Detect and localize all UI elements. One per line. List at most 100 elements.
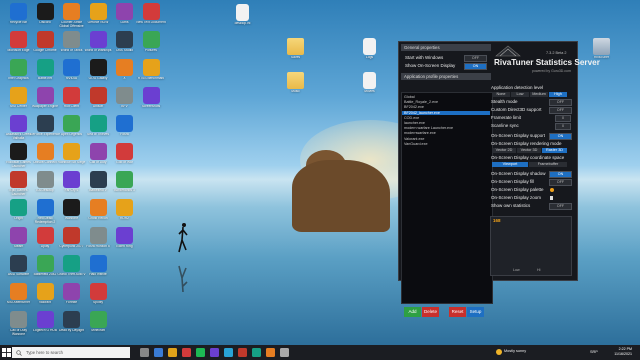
desktop-icon[interactable]: Elden Ring: [111, 227, 138, 258]
fill-toggle[interactable]: OFF: [549, 179, 572, 186]
desktop-icon[interactable]: World of Warships: [85, 31, 112, 62]
search-box[interactable]: Type here to search: [12, 347, 130, 358]
desktop-icon[interactable]: Geforce NOW: [85, 3, 112, 34]
taskbar-app-icon[interactable]: [196, 348, 205, 357]
desktop-icon[interactable]: Borderlands 3: [111, 171, 138, 202]
desktop-icon[interactable]: Recycle Bin: [5, 3, 32, 34]
desktop-icon[interactable]: Rockstar Games Launcher: [5, 143, 32, 174]
detection-high[interactable]: High: [549, 92, 567, 97]
desktop-icon[interactable]: Intel Graphics: [5, 59, 32, 90]
desktop-icon[interactable]: Uplay: [32, 227, 59, 258]
language-indicator[interactable]: SRP: [590, 350, 598, 354]
desktop-icon[interactable]: Red Dead Redemption 2: [32, 199, 59, 230]
desktop-icon[interactable]: Ubisoft: [85, 87, 112, 118]
desktop-icon[interactable]: Spotify: [85, 283, 112, 314]
desktop-icon[interactable]: MSI Center: [5, 87, 32, 118]
desktop-icon[interactable]: NVIDIA: [58, 59, 85, 90]
desktop-icon[interactable]: Ghost Recon: [85, 199, 112, 230]
render-raster3d[interactable]: Raster 3D: [542, 148, 567, 153]
setup-button[interactable]: Setup: [467, 307, 484, 317]
desktop-icon[interactable]: Pictures: [138, 31, 165, 62]
desktop-icon[interactable]: Grand Theft Auto V: [57, 255, 86, 286]
desktop-icon[interactable]: New Text Document: [136, 3, 166, 34]
desktop-icon[interactable]: Cyberpunk 2077: [58, 227, 85, 258]
detection-medium[interactable]: Medium: [530, 92, 548, 97]
desktop-icon[interactable]: Music: [282, 72, 309, 103]
start-with-windows-toggle[interactable]: OFF: [464, 55, 487, 62]
palette-color-icon[interactable]: [550, 188, 554, 192]
desktop-icon[interactable]: Assassin's Creed Valhalla: [5, 115, 32, 146]
desktop-icon[interactable]: Fortnite: [58, 283, 85, 314]
desktop-icon[interactable]: Warzone: [58, 199, 85, 230]
profile-item[interactable]: COD.exe: [404, 116, 419, 120]
taskbar-app-icon[interactable]: [140, 348, 149, 357]
desktop-icon[interactable]: GOG Galaxy: [85, 59, 112, 90]
taskbar-app-icon[interactable]: [238, 348, 247, 357]
desktop-icon[interactable]: Logitech G HUB: [32, 311, 59, 342]
render-vector2d[interactable]: Vector 2D: [492, 148, 516, 153]
desktop-icon[interactable]: Battlefield 2042: [32, 255, 59, 286]
profile-list[interactable]: Global Battle_Royale_2.exe BF2042.exe BF204…: [401, 92, 493, 304]
desktop-icon[interactable]: World of Tanks: [58, 31, 85, 62]
taskbar-app-icon[interactable]: [154, 348, 163, 357]
desktop-icon[interactable]: OBS Studio: [111, 31, 138, 62]
desktop-icon[interactable]: MSI Afterburner: [5, 283, 32, 314]
desktop-icon[interactable]: Apex Legends: [58, 115, 85, 146]
detection-low[interactable]: Low: [511, 92, 529, 97]
desktop-icon[interactable]: Call of Duty Warzone: [5, 311, 32, 342]
desktop-icon[interactable]: God of War: [111, 143, 138, 174]
desktop-icon[interactable]: Ubisoft Connect: [32, 143, 59, 174]
osd-support-toggle[interactable]: ON: [549, 133, 572, 140]
desktop-icon[interactable]: Battlefield V: [85, 171, 112, 202]
add-button[interactable]: Add: [404, 307, 421, 317]
desktop-icon[interactable]: Wallpaper Engine: [32, 87, 59, 118]
desktop-icon[interactable]: Battle.net: [32, 59, 59, 90]
desktop-icon[interactable]: Halo Infinite: [85, 255, 112, 286]
taskbar-app-icon[interactable]: [168, 348, 177, 357]
profile-item[interactable]: BF2042.exe: [404, 105, 424, 109]
desktop-icon[interactable]: Dead by Daylight: [58, 311, 85, 342]
own-stats-toggle[interactable]: OFF: [549, 203, 572, 210]
profile-item[interactable]: Valorant.exe: [404, 137, 424, 141]
render-vector3d[interactable]: Vector 3D: [517, 148, 541, 153]
delete-button[interactable]: Delete: [422, 307, 439, 317]
desktop-icon[interactable]: AMD Software: [5, 255, 32, 286]
desktop-icon[interactable]: Far Cry 6: [58, 171, 85, 202]
reset-button[interactable]: Reset: [449, 307, 466, 317]
desktop-icon[interactable]: Forza Horizon 5: [85, 227, 112, 258]
desktop-icon[interactable]: GeForce Experience: [30, 115, 60, 146]
profile-item[interactable]: modern warfare Launcher.exe: [404, 126, 453, 130]
windows-start-icon[interactable]: [2, 348, 11, 357]
clock[interactable]: 2:22 PM 11/16/2021: [614, 347, 632, 356]
desktop-icon[interactable]: Sea of Thieves: [85, 115, 112, 146]
desktop-icon[interactable]: Discord: [32, 3, 59, 34]
desktop-icon[interactable]: Origin: [5, 199, 32, 230]
profile-item[interactable]: Battle_Royale_2.exe: [404, 100, 438, 104]
taskbar-app-icon[interactable]: [266, 348, 275, 357]
rtss-window[interactable]: General properties Start with Windows OF…: [398, 41, 600, 317]
framerate-input[interactable]: 0: [555, 115, 571, 122]
shadow-toggle[interactable]: ON: [549, 171, 572, 178]
show-osd-toggle[interactable]: ON: [464, 63, 487, 70]
desktop-icon[interactable]: Lutris: [111, 3, 138, 34]
profile-item[interactable]: modernwarfare.exe: [404, 131, 436, 135]
desktop-icon[interactable]: Counter-Strike Global Offensive: [58, 3, 85, 34]
desktop-icon[interactable]: Screenshots: [138, 87, 165, 118]
desktop-icon[interactable]: BFV: [111, 87, 138, 118]
desktop-icon[interactable]: EA Desktop: [32, 171, 59, 202]
detection-none[interactable]: None: [492, 92, 510, 97]
desktop-icon[interactable]: Valorant: [32, 283, 59, 314]
scanline-input[interactable]: 0: [555, 123, 571, 130]
custom-d3d-toggle[interactable]: OFF: [549, 107, 572, 114]
desktop-icon[interactable]: Steam: [5, 227, 32, 258]
profile-item[interactable]: BF2042_launcher.exe: [402, 110, 490, 115]
taskbar-app-icon[interactable]: [224, 348, 233, 357]
taskbar-app-icon[interactable]: [210, 348, 219, 357]
desktop-icon[interactable]: Minecraft: [85, 311, 112, 342]
coord-framebuffer[interactable]: Framebuffer: [529, 162, 567, 167]
zoom-slider[interactable]: [550, 196, 553, 200]
desktop-icon[interactable]: Saves: [282, 38, 309, 69]
taskbar-app-icon[interactable]: [182, 348, 191, 357]
profile-item[interactable]: launcher.exe: [404, 121, 425, 125]
desktop-icon[interactable]: Riot Client: [58, 87, 85, 118]
